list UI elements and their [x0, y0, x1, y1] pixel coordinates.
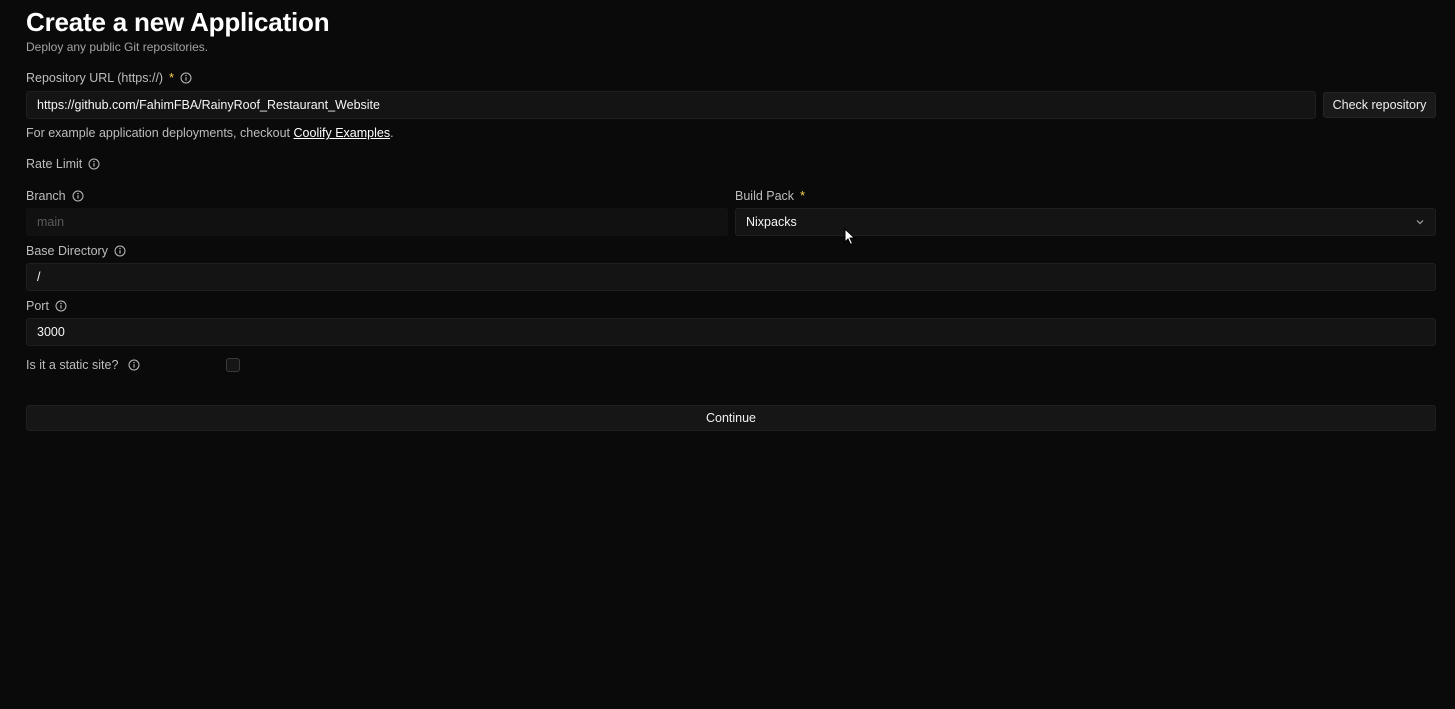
- static-site-label-text: Is it a static site?: [26, 358, 119, 372]
- branch-input[interactable]: main: [26, 208, 728, 236]
- build-pack-label: Build Pack *: [735, 189, 805, 203]
- helper-suffix: .: [390, 126, 394, 140]
- repository-url-label-text: Repository URL (https://): [26, 71, 164, 85]
- rate-limit-label-text: Rate Limit: [26, 157, 83, 171]
- static-site-checkbox[interactable]: [226, 358, 240, 372]
- port-label: Port: [26, 299, 67, 313]
- helper-prefix: For example application deployments, che…: [26, 126, 294, 140]
- port-label-text: Port: [26, 299, 49, 313]
- coolify-examples-link[interactable]: Coolify Examples: [294, 126, 391, 140]
- page-title: Create a new Application: [26, 7, 330, 37]
- base-directory-label-text: Base Directory: [26, 244, 108, 258]
- repository-url-input[interactable]: https://github.com/FahimFBA/RainyRoof_Re…: [26, 91, 1316, 119]
- rate-limit-label: Rate Limit: [26, 157, 100, 171]
- info-circle-icon[interactable]: [72, 190, 84, 202]
- branch-label: Branch: [26, 189, 84, 203]
- create-application-page: Create a new Application Deploy any publ…: [0, 0, 1455, 709]
- info-circle-icon[interactable]: [55, 300, 67, 312]
- required-mark: *: [800, 189, 805, 203]
- static-site-label: Is it a static site?: [26, 358, 140, 372]
- branch-label-text: Branch: [26, 189, 66, 203]
- page-subtitle: Deploy any public Git repositories.: [26, 40, 209, 54]
- build-pack-label-text: Build Pack: [735, 189, 795, 203]
- info-circle-icon[interactable]: [180, 72, 192, 84]
- build-pack-select[interactable]: Nixpacks: [735, 208, 1436, 236]
- mouse-pointer-icon: [844, 227, 856, 246]
- info-circle-icon[interactable]: [114, 245, 126, 257]
- info-circle-icon[interactable]: [88, 158, 100, 170]
- check-repository-button[interactable]: Check repository: [1323, 92, 1436, 118]
- info-circle-icon[interactable]: [128, 359, 140, 371]
- base-directory-label: Base Directory: [26, 244, 126, 258]
- base-directory-input[interactable]: /: [26, 263, 1436, 291]
- build-pack-selected-value: Nixpacks: [746, 215, 797, 229]
- port-input[interactable]: 3000: [26, 318, 1436, 346]
- required-mark: *: [169, 71, 174, 85]
- examples-helper-text: For example application deployments, che…: [26, 126, 394, 140]
- repository-url-label: Repository URL (https://) *: [26, 71, 192, 85]
- continue-button[interactable]: Continue: [26, 405, 1436, 431]
- chevron-down-icon: [1415, 217, 1425, 227]
